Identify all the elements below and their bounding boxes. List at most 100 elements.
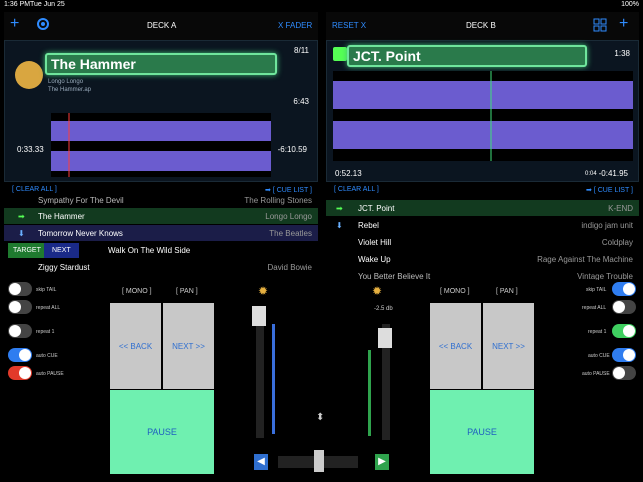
back-button[interactable]: << BACK	[110, 303, 161, 389]
toggle-skip-tail[interactable]	[8, 282, 32, 296]
list-item[interactable]: Violet Hill Coldplay	[326, 234, 639, 250]
list-item-title: Walk On The Wild Side	[108, 245, 191, 255]
mono-button[interactable]: [ MONO ]	[440, 288, 470, 295]
list-item-artist: Vintage Trouble	[577, 271, 633, 281]
status-date: Tue Jun 25	[30, 1, 65, 8]
list-item[interactable]: ⬇ Tomorrow Never Knows The Beatles	[4, 225, 318, 241]
list-b: ➡ JCT. Point K-END ⬇ Rebel indigo jam un…	[326, 200, 639, 280]
toggle-auto-pause[interactable]	[8, 366, 32, 380]
list-item[interactable]: ➡ The Hammer Longo Longo	[4, 208, 318, 224]
deck-b-remaining: -0:41.95	[598, 169, 628, 178]
deck-a-track-title: The Hammer	[45, 53, 277, 75]
toggle-auto-cue[interactable]	[612, 348, 636, 362]
toggle-label: auto CUE	[588, 353, 610, 359]
toggle-repeat-all[interactable]	[612, 300, 636, 314]
list-item-artist: Rage Against The Machine	[537, 254, 633, 264]
add-icon[interactable]: +	[619, 15, 628, 33]
arrow-right-icon[interactable]: ▶	[375, 454, 389, 470]
toggle-label: auto PAUSE	[36, 371, 64, 377]
toggle-label: auto CUE	[36, 353, 58, 359]
list-item-title: Tomorrow Never Knows	[38, 228, 123, 238]
status-bar: 1:36 PM Tue Jun 25 100%	[0, 0, 643, 10]
arrow-left-icon[interactable]: ◀	[254, 454, 268, 470]
clear-all-button[interactable]: [ CLEAR ALL ]	[12, 186, 57, 193]
clear-all-button[interactable]: [ CLEAR ALL ]	[334, 186, 379, 193]
list-item-title: JCT. Point	[358, 203, 395, 213]
list-b-toolbar: [ CLEAR ALL ] ➡ [ CUE LIST ]	[326, 186, 639, 196]
status-battery: 100%	[621, 1, 639, 8]
cue-list-button[interactable]: ➡ [ CUE LIST ]	[586, 186, 633, 194]
sun-icon[interactable]: ✹	[258, 284, 268, 298]
toggle-repeat-1[interactable]	[612, 324, 636, 338]
channel-b-meter	[368, 350, 371, 436]
toggle-auto-cue[interactable]	[8, 348, 32, 362]
cue-list-button[interactable]: ➡ [ CUE LIST ]	[265, 186, 312, 194]
toggle-label: repeat 1	[36, 329, 55, 335]
list-item[interactable]: TARGET NEXT Walk On The Wild Side	[4, 242, 318, 258]
crossfader-up-icon[interactable]: ⬍	[316, 412, 324, 423]
list-item-artist: indigo jam unit	[581, 220, 633, 230]
channel-a-meter	[272, 324, 275, 434]
pan-button[interactable]: [ PAN ]	[176, 288, 198, 295]
arrow-right-icon: ➡	[18, 211, 25, 221]
list-item[interactable]: Ziggy Stardust David Bowie	[4, 259, 318, 275]
channel-b-fader-knob[interactable]	[378, 328, 392, 348]
list-item[interactable]: Wake Up Rage Against The Machine	[326, 251, 639, 267]
list-item-title: Wake Up	[358, 254, 391, 264]
grid-icon[interactable]	[593, 18, 607, 32]
channel-a-fader[interactable]	[256, 308, 264, 438]
list-item[interactable]: Sympathy For The Devil The Rolling Stone…	[4, 196, 318, 208]
deck-b: JCT. Point 1:38 0:52.13 0:04 -0:41.95	[326, 40, 639, 182]
pan-button[interactable]: [ PAN ]	[496, 288, 518, 295]
x-fader-button[interactable]: X FADER	[278, 21, 312, 30]
pause-button[interactable]: PAUSE	[430, 390, 534, 474]
album-art	[15, 61, 43, 89]
list-a-toolbar: [ CLEAR ALL ] ➡ [ CUE LIST ]	[4, 186, 318, 196]
controls-a: skip TAIL repeat ALL repeat 1 auto CUE a…	[4, 280, 104, 390]
toggle-label: auto PAUSE	[582, 371, 610, 377]
deck-b-waveform[interactable]	[333, 71, 633, 161]
toggle-label: repeat ALL	[582, 305, 607, 311]
next-button[interactable]: NEXT >>	[163, 303, 214, 389]
list-item-artist: Longo Longo	[265, 211, 312, 221]
toggle-repeat-1[interactable]	[8, 324, 32, 338]
deck-a-count: 8/11	[294, 46, 309, 55]
toggle-skip-tail[interactable]	[612, 282, 636, 296]
list-item-title: The Hammer	[38, 211, 85, 221]
deck-a-artist: Longo Longo	[48, 79, 84, 85]
next-button[interactable]: NEXT	[44, 242, 79, 258]
list-item-artist: The Beatles	[269, 228, 312, 238]
list-item-artist: K-END	[608, 203, 633, 213]
play-indicator	[333, 47, 347, 61]
gear-icon[interactable]	[36, 17, 50, 31]
deck-a-duration: 6:43	[293, 97, 309, 106]
gain-db: -2.5 db	[374, 306, 393, 312]
deck-a: The Hammer Longo Longo The Hammer.ap 8/1…	[4, 40, 318, 182]
toggle-repeat-all[interactable]	[8, 300, 32, 314]
controls-b: skip TAIL repeat ALL repeat 1 auto CUE a…	[538, 280, 638, 390]
crossfader-knob[interactable]	[314, 450, 324, 472]
deck-a-elapsed: 0:33.33	[17, 145, 44, 154]
deck-b-header: RESET X DECK B +	[326, 12, 639, 40]
toggle-label: repeat ALL	[36, 305, 61, 311]
toggle-auto-pause[interactable]	[612, 366, 636, 380]
add-icon[interactable]: +	[10, 15, 19, 33]
list-item[interactable]: ⬇ Rebel indigo jam unit	[326, 217, 639, 233]
reset-x-button[interactable]: RESET X	[332, 21, 366, 30]
list-item[interactable]: ➡ JCT. Point K-END	[326, 200, 639, 216]
back-button[interactable]: << BACK	[430, 303, 481, 389]
arrow-down-icon: ⬇	[336, 220, 343, 230]
target-button[interactable]: TARGET	[8, 242, 46, 258]
pause-button[interactable]: PAUSE	[110, 390, 214, 474]
list-item-title: Ziggy Stardust	[38, 262, 90, 272]
sun-icon[interactable]: ✹	[372, 284, 382, 298]
next-button[interactable]: NEXT >>	[483, 303, 534, 389]
deck-a-title: DECK A	[147, 21, 177, 30]
channel-a-fader-knob[interactable]	[252, 306, 266, 326]
toggle-label: skip TAIL	[36, 287, 57, 293]
toggle-label: skip TAIL	[586, 287, 607, 293]
mono-button[interactable]: [ MONO ]	[122, 288, 152, 295]
list-item[interactable]: You Better Believe It Vintage Trouble	[326, 268, 639, 281]
deck-a-waveform[interactable]	[51, 113, 271, 177]
status-time: 1:36 PM	[4, 1, 31, 8]
